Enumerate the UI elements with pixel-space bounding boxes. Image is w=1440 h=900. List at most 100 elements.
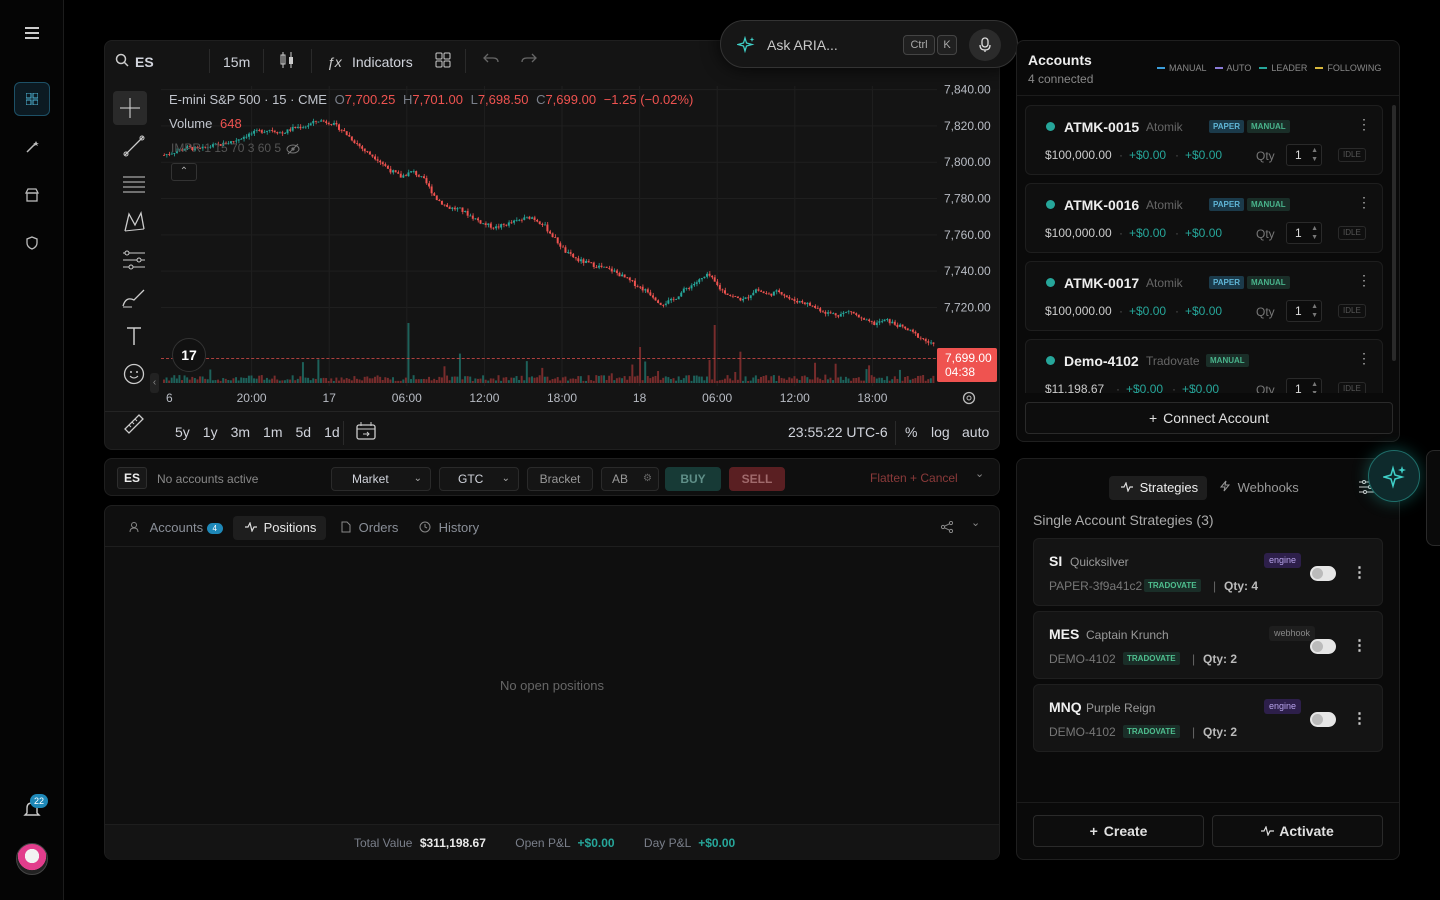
settings-gear-icon[interactable] [961,390,977,406]
range-1d[interactable]: 1d [324,424,340,440]
candle-body [422,176,425,179]
strategy-toggle[interactable] [1310,566,1336,581]
ab-button[interactable]: AB ⚙ [601,467,659,491]
volume-bar [628,376,631,383]
tab-webhooks[interactable]: Webhooks [1219,476,1299,500]
volume-bar [186,377,189,383]
volume-bar [453,376,456,383]
stepper-arrows-icon[interactable]: ▲▼ [1311,146,1318,164]
stepper-arrows-icon[interactable]: ▲▼ [1311,224,1318,242]
order-symbol[interactable]: ES [117,467,147,489]
qty-stepper[interactable]: 1▲▼ [1286,144,1322,166]
volume-bar [343,379,346,383]
more-options-icon[interactable]: ⋮ [1357,350,1371,367]
date-range-icon[interactable] [355,421,377,441]
account-card[interactable]: Demo-4102 Tradovate MANUAL ⋮ $11,198.67 · +$0.… [1025,339,1383,393]
tab-accounts[interactable]: Accounts 4 [129,516,223,540]
volume-bars [163,323,935,383]
range-1y[interactable]: 1y [203,424,218,440]
avatar[interactable] [16,843,48,875]
candle-body [417,175,420,177]
ai-assistant-button[interactable] [1368,450,1420,502]
chart-clock[interactable]: 23:55:22 UTC-6 [788,424,888,440]
chevron-down-icon[interactable]: ⌄ [971,516,980,529]
qty-stepper[interactable]: 1▲▼ [1286,222,1322,244]
volume-bar [814,362,817,383]
candle-body [880,321,883,323]
candle-body [461,207,464,212]
more-options-icon[interactable]: ⋮ [1352,636,1367,654]
share-icon[interactable] [941,521,953,533]
percent-scale-toggle[interactable]: % [905,424,917,440]
more-options-icon[interactable]: ⋮ [1352,709,1367,727]
sell-button[interactable]: SELL [729,467,785,491]
strategy-toggle[interactable] [1310,639,1336,654]
bell-icon[interactable]: 22 [14,792,50,826]
account-card[interactable]: ATMK-0017 Atomik PAPER MANUAL ⋮ $100,000.00 · +… [1025,261,1383,331]
more-options-icon[interactable]: ⋮ [1357,272,1371,289]
qty-stepper[interactable]: 1▲▼ [1286,300,1322,322]
strategy-toggle[interactable] [1310,712,1336,727]
candle-body [448,206,451,209]
volume-bar [592,380,595,383]
scrollbar[interactable] [1392,105,1396,361]
magic-wand-icon[interactable] [14,130,50,164]
more-options-icon[interactable]: ⋮ [1357,116,1371,133]
symbol-title[interactable]: E-mini S&P 500 · 15 · CME [169,92,327,107]
tradingview-logo[interactable]: 17 [172,338,206,372]
account-card[interactable]: ATMK-0016 Atomik PAPER MANUAL ⋮ $100,000.00 · +… [1025,183,1383,253]
hidden-eye-icon[interactable] [286,143,300,155]
shield-icon[interactable] [14,226,50,260]
order-type-select[interactable]: Market ⌄ [331,467,431,491]
range-3m[interactable]: 3m [231,424,250,440]
store-icon[interactable] [14,178,50,212]
volume-bar [564,376,567,383]
volume-bar [636,375,639,383]
bracket-button[interactable]: Bracket [527,467,593,491]
buy-button[interactable]: BUY [665,467,721,491]
ask-aria-bar[interactable]: Ask ARIA... Ctrl K [720,20,1018,68]
tab-orders[interactable]: Orders [341,516,398,540]
strategy-card[interactable]: MNQ Purple Reign engine DEMO-4102 TRADOVATE |… [1033,684,1383,752]
tab-positions[interactable]: Positions [233,516,326,540]
more-options-icon[interactable]: ⋮ [1352,563,1367,581]
unrealized-pnl: +$0.00 [1182,382,1220,393]
create-strategy-button[interactable]: + Create [1033,815,1204,847]
side-drawer-handle[interactable] [1426,450,1440,546]
gear-icon[interactable]: ⚙ [643,468,652,490]
stepper-arrows-icon[interactable]: ▲▼ [1311,302,1318,320]
range-1m[interactable]: 1m [263,424,282,440]
microphone-button[interactable] [969,29,1001,61]
volume-bar [713,325,716,383]
auto-scale-toggle[interactable]: auto [962,424,989,440]
strategy-card[interactable]: MES Captain Krunch webhook DEMO-4102 TRADOVA… [1033,611,1383,679]
candle-body [826,312,829,314]
order-bar: ES No accounts active Market ⌄ GTC ⌄ Brack… [104,458,1000,496]
menu-icon[interactable] [14,16,50,50]
ask-aria-input[interactable]: Ask ARIA... [767,37,838,53]
activity-icon [1121,481,1133,493]
collapse-legend-icon[interactable]: ⌃ [171,163,197,181]
dashboard-icon[interactable] [14,82,50,116]
flatten-cancel-button[interactable]: Flatten + Cancel [870,471,958,485]
tif-select[interactable]: GTC ⌄ [439,467,519,491]
volume-bar [559,380,562,383]
tab-strategies[interactable]: Strategies [1109,476,1207,500]
strategy-card[interactable]: SI Quicksilver engine PAPER-3f9a41c2 TRADOVA… [1033,538,1383,606]
log-scale-toggle[interactable]: log [931,424,950,440]
connect-account-button[interactable]: + Connect Account [1025,402,1393,434]
ruler-tool-icon[interactable] [119,409,149,439]
range-5y[interactable]: 5y [175,424,190,440]
stepper-arrows-icon[interactable]: ▲▼ [1311,380,1318,393]
account-card[interactable]: ATMK-0015 Atomik PAPER MANUAL ⋮ $100,000.00 · +… [1025,105,1383,175]
realized-pnl: +$0.00 [1129,304,1167,318]
tab-history[interactable]: History [419,516,479,540]
chevron-down-icon[interactable]: ⌄ [975,467,984,480]
more-options-icon[interactable]: ⋮ [1357,194,1371,211]
candle-body [803,302,806,305]
volume-bar [206,379,209,383]
range-5d[interactable]: 5d [296,424,312,440]
qty-stepper[interactable]: 1▲▼ [1286,378,1322,393]
activate-strategy-button[interactable]: Activate [1212,815,1383,847]
volume-bar [916,375,919,383]
